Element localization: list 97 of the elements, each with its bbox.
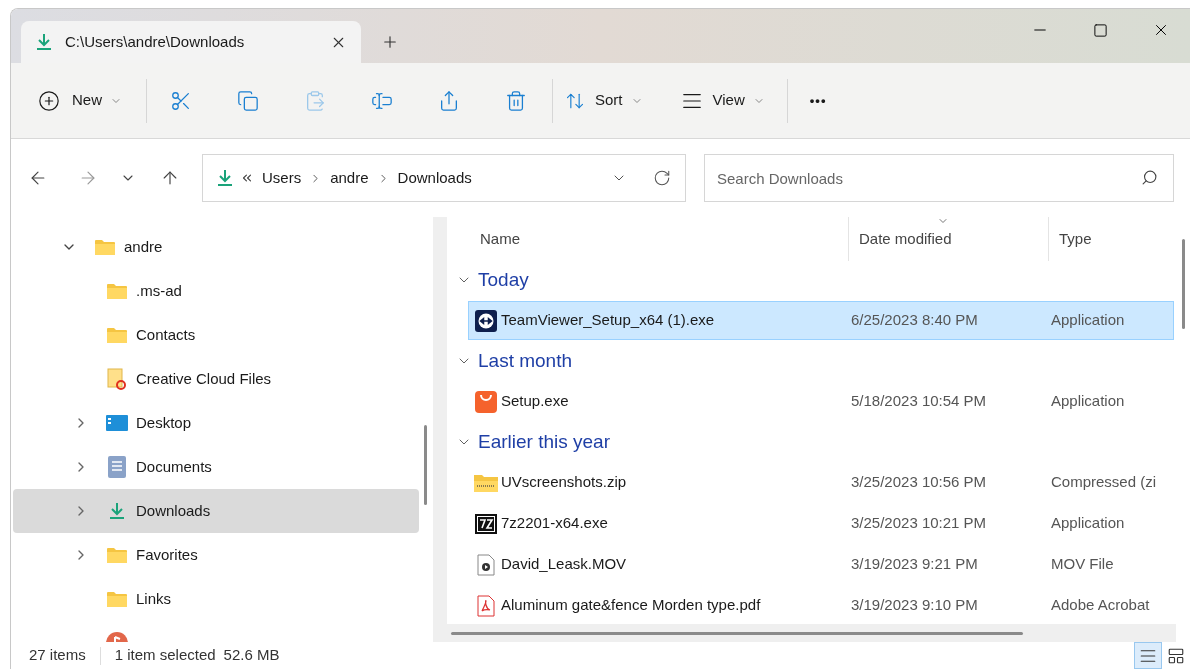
archive-app-icon [475, 513, 497, 534]
nav-label: Contacts [136, 324, 196, 345]
breadcrumb[interactable]: Downloads [397, 166, 472, 190]
file-row[interactable]: 7z2201-x64.exe 3/25/2023 10:21 PM Application [468, 504, 1174, 543]
trash-icon [505, 89, 527, 112]
share-icon [438, 89, 460, 112]
file-type: MOV File [1051, 554, 1114, 575]
folder-icon [107, 547, 127, 563]
file-name: 7z2201-x64.exe [501, 513, 609, 534]
desktop-icon [106, 414, 128, 432]
nav-label: Documents [136, 456, 212, 477]
file-date: 6/25/2023 8:40 PM [851, 310, 979, 331]
copy-icon [237, 89, 259, 112]
selection-size: 52.6 MB [223, 645, 280, 666]
file-date: 3/25/2023 10:56 PM [851, 472, 988, 493]
folder-icon [107, 327, 127, 343]
nav-item[interactable]: Links [13, 577, 419, 621]
nav-label: Downloads [136, 500, 211, 521]
nav-label: Desktop [136, 412, 192, 433]
downloads-icon [35, 33, 53, 51]
file-row[interactable]: Setup.exe 5/18/2023 10:54 PM Application [468, 382, 1174, 421]
sort-button[interactable]: Sort [565, 80, 643, 121]
cloud-files-icon [107, 368, 127, 390]
nav-label: Links [136, 588, 172, 609]
folder-icon [107, 283, 127, 299]
nav-label: Creative Cloud Files [136, 368, 272, 389]
nav-label: Favorites [136, 544, 198, 565]
breadcrumb[interactable]: andre [330, 166, 369, 190]
group-title: Today [478, 267, 529, 292]
nav-item[interactable]: andre [13, 225, 419, 269]
column-header[interactable]: Date modified [859, 227, 952, 251]
tab-title: C:\Users\andre\Downloads [65, 31, 246, 52]
nav-label: andre [124, 236, 163, 257]
file-row[interactable]: David_Leask.MOV 3/19/2023 9:21 PM MOV File [468, 545, 1174, 584]
group-title: Last month [478, 348, 572, 373]
nav-item[interactable]: Contacts [13, 313, 419, 357]
file-name: David_Leask.MOV [501, 554, 628, 575]
file-date: 3/25/2023 10:21 PM [851, 513, 988, 534]
nav-item[interactable]: .ms-ad [13, 269, 419, 313]
file-row[interactable]: TeamViewer_Setup_x64 (1).exe 6/25/2023 8:40 PM Application [468, 301, 1174, 340]
file-name: TeamViewer_Setup_x64 (1).exe [501, 310, 716, 331]
file-date: 3/19/2023 9:10 PM [851, 595, 979, 616]
more-button[interactable]: ••• [807, 80, 829, 121]
new-tab-icon[interactable] [381, 33, 399, 51]
file-type: Application [1051, 310, 1125, 331]
column-header[interactable]: Name [480, 227, 520, 251]
column-header[interactable]: Type [1059, 227, 1092, 251]
new-button[interactable]: New [38, 80, 122, 121]
folder-icon [95, 239, 115, 255]
file-date: 3/19/2023 9:21 PM [851, 554, 979, 575]
file-row[interactable]: UVscreenshots.zip 3/25/2023 10:56 PM Compressed (zi [468, 463, 1174, 502]
breadcrumb[interactable]: Users [262, 166, 302, 190]
downloads-icon [108, 502, 126, 520]
scissors-icon [170, 89, 192, 112]
maximize-icon[interactable] [1093, 22, 1108, 38]
tiles-view-icon [1167, 646, 1185, 665]
horizontal-scrollbar-thumb[interactable] [451, 631, 1023, 635]
file-date: 5/18/2023 10:54 PM [851, 391, 988, 412]
selection-info: 1 item selected [114, 645, 216, 666]
file-name: Aluminum gate&fence Morden type.pdf [501, 595, 762, 616]
nav-item[interactable]: Favorites [13, 533, 419, 577]
shopping-bag-icon [475, 390, 497, 413]
refresh-icon[interactable] [653, 169, 671, 187]
zip-folder-icon [474, 472, 498, 493]
view-button[interactable]: View [680, 80, 765, 121]
nav-item[interactable]: Documents [13, 445, 419, 489]
file-type: Application [1051, 513, 1125, 534]
file-type: Application [1051, 391, 1125, 412]
downloads-icon [216, 169, 234, 187]
item-count: 27 items [29, 645, 86, 666]
group-header[interactable]: Last month [447, 342, 1176, 380]
pdf-file-icon [477, 594, 495, 617]
folder-icon [107, 591, 127, 607]
nav-label: .ms-ad [136, 280, 182, 301]
nav-item[interactable]: Downloads [13, 489, 419, 533]
documents-icon [108, 456, 126, 478]
search-field[interactable]: Search Downloads [704, 154, 1174, 202]
group-header[interactable]: Today [447, 261, 1176, 299]
tab[interactable]: C:\Users\andre\Downloads [21, 21, 361, 63]
file-row[interactable]: Aluminum gate&fence Morden type.pdf 3/19/2023 9:10 PM Adobe Acrobat [468, 586, 1174, 624]
search-icon[interactable] [1141, 169, 1158, 186]
address-bar[interactable]: Users andre Downloads [202, 154, 686, 202]
scrollbar-thumb[interactable] [424, 425, 427, 505]
group-title: Earlier this year [478, 429, 610, 454]
overflow-icon[interactable] [240, 171, 254, 185]
file-name: Setup.exe [501, 391, 570, 412]
nav-item[interactable]: Creative Cloud Files [13, 357, 419, 401]
nav-item[interactable]: Desktop [13, 401, 419, 445]
file-name: UVscreenshots.zip [501, 472, 628, 493]
video-file-icon [477, 553, 495, 576]
scrollbar-thumb[interactable] [1181, 239, 1185, 329]
app-icon [475, 309, 497, 332]
clipboard-icon [304, 89, 326, 112]
group-header[interactable]: Earlier this year [447, 423, 1176, 461]
file-type: Adobe Acrobat [1051, 595, 1150, 616]
file-type: Compressed (zi [1051, 472, 1157, 493]
plus-icon [38, 89, 60, 112]
